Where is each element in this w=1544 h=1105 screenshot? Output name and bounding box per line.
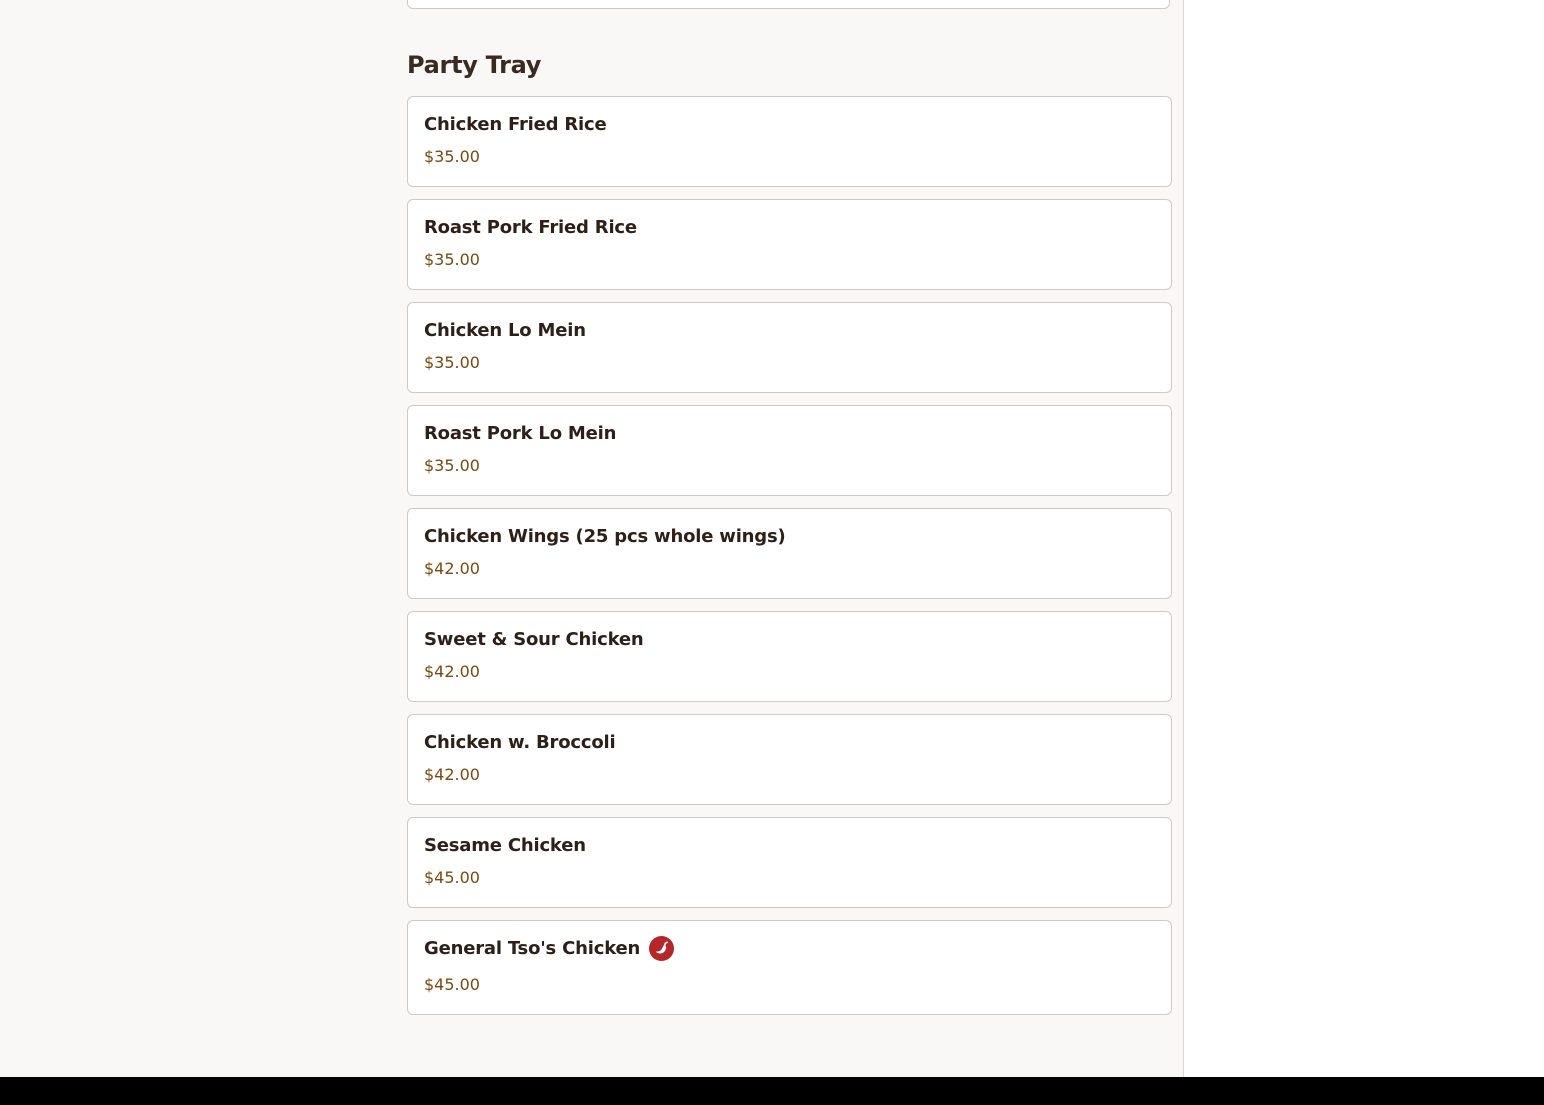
item-name: General Tso's Chicken [424,937,641,959]
item-name: Roast Pork Fried Rice [424,216,637,238]
footer-bar [0,1077,1544,1105]
item-price: $35.00 [424,147,480,166]
item-name-row: Roast Pork Fried Rice [424,215,1155,239]
item-name: Sesame Chicken [424,834,586,856]
item-price: $35.00 [424,353,480,372]
item-price: $42.00 [424,765,480,784]
item-name-row: Sweet & Sour Chicken [424,627,1155,651]
menu-item-card[interactable]: Chicken Wings (25 pcs whole wings) $42.0… [407,508,1172,599]
menu-item-card[interactable]: Roast Pork Lo Mein $35.00 [407,405,1172,496]
item-name-row: Roast Pork Lo Mein [424,421,1155,445]
cart-sidebar-panel [1183,0,1544,1077]
spicy-pepper-icon [649,935,675,961]
item-name-row: Sesame Chicken [424,833,1155,857]
item-name: Chicken Fried Rice [424,113,607,135]
item-price: $45.00 [424,975,480,994]
item-name: Chicken Lo Mein [424,319,586,341]
item-name-row: Chicken Lo Mein [424,318,1155,342]
item-name: Chicken w. Broccoli [424,731,616,753]
item-price: $42.00 [424,559,480,578]
item-name: Chicken Wings (25 pcs whole wings) [424,525,786,547]
item-name-row: General Tso's Chicken [424,935,1155,961]
previous-menu-item-card[interactable] [407,0,1170,9]
menu-section-party-tray: Party Tray Chicken Fried Rice $35.00 Roa… [407,46,1172,1027]
menu-item-card[interactable]: Roast Pork Fried Rice $35.00 [407,199,1172,290]
menu-item-card[interactable]: Sweet & Sour Chicken $42.00 [407,611,1172,702]
item-name: Sweet & Sour Chicken [424,628,644,650]
item-name-row: Chicken Wings (25 pcs whole wings) [424,524,1155,548]
menu-item-card[interactable]: Chicken Fried Rice $35.00 [407,96,1172,187]
menu-item-card[interactable]: Sesame Chicken $45.00 [407,817,1172,908]
item-name-row: Chicken w. Broccoli [424,730,1155,754]
menu-item-list: Chicken Fried Rice $35.00 Roast Pork Fri… [407,96,1172,1015]
item-price: $45.00 [424,868,480,887]
item-name-row: Chicken Fried Rice [424,112,1155,136]
section-title: Party Tray [407,51,542,79]
item-price: $35.00 [424,250,480,269]
menu-item-card[interactable]: Chicken w. Broccoli $42.00 [407,714,1172,805]
item-name: Roast Pork Lo Mein [424,422,617,444]
item-price: $42.00 [424,662,480,681]
menu-item-card[interactable]: General Tso's Chicken $45.00 [407,920,1172,1015]
item-price: $35.00 [424,456,480,475]
menu-item-card[interactable]: Chicken Lo Mein $35.00 [407,302,1172,393]
